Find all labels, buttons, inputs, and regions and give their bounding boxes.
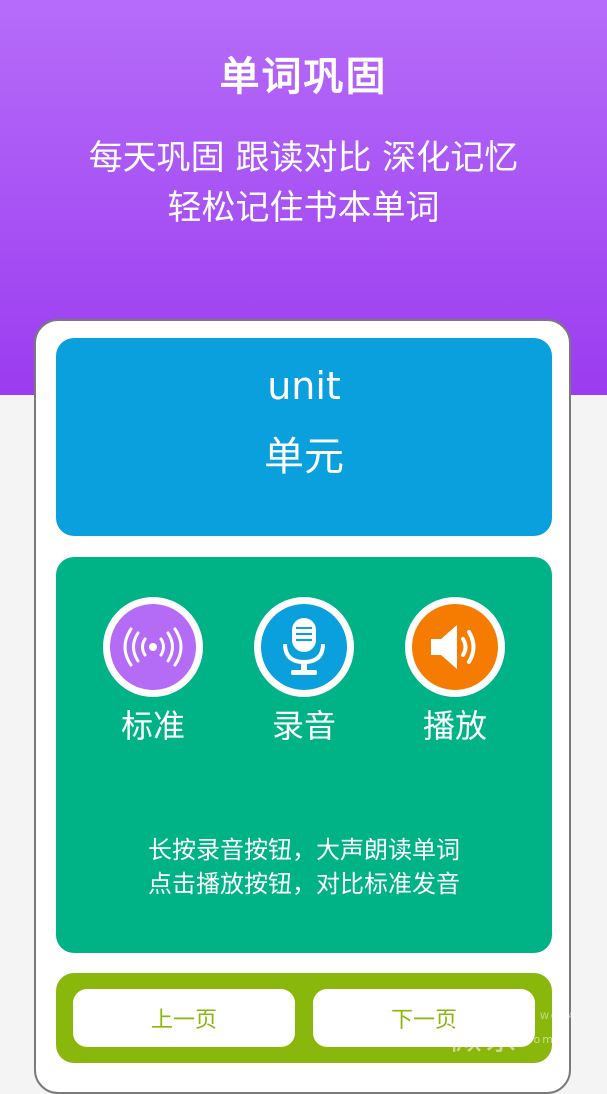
subtitle-line-1: 每天巩固 跟读对比 深化记忆 (88, 138, 519, 178)
practice-panel: 标准 录音 播放 长按录音按钮，大声朗读单词 点击播放按钮，对比标准发音 (56, 557, 552, 953)
record-label: 录音 (271, 707, 336, 745)
subtitle-line-2: 轻松记住书本单词 (167, 188, 440, 228)
watermark-suffix: .com (520, 1033, 555, 1046)
standard-ring (103, 597, 203, 697)
instruction-line-2: 点击播放按钮，对比标准发音 (148, 870, 460, 898)
hero-subtitle: 每天巩固 跟读对比 深化记忆 轻松记住书本单词 (0, 133, 607, 233)
standard-label: 标准 (120, 707, 185, 745)
microphone-icon (261, 604, 347, 690)
word-chinese: 单元 (264, 434, 344, 480)
standard-button[interactable]: 标准 (98, 597, 208, 747)
word-panel: unit 单元 (56, 338, 552, 536)
record-button[interactable]: 录音 (249, 597, 359, 747)
record-ring (254, 597, 354, 697)
instruction-text: 长按录音按钮，大声朗读单词 点击播放按钮，对比标准发音 (56, 833, 552, 901)
broadcast-icon (110, 604, 196, 690)
instruction-line-1: 长按录音按钮，大声朗读单词 (148, 836, 460, 864)
speaker-icon (412, 604, 498, 690)
play-ring (405, 597, 505, 697)
play-button[interactable]: 播放 (400, 597, 510, 747)
page-title: 单词巩固 (219, 54, 388, 100)
word-english: unit (267, 364, 341, 408)
play-label: 播放 (422, 707, 487, 745)
watermark-logo: 微茶.com WCHA (448, 1010, 574, 1059)
watermark-tag: WCHA (540, 1012, 577, 1022)
prev-page-button[interactable]: 上一页 (73, 989, 295, 1047)
watermark-text: 微茶 (448, 1018, 520, 1058)
